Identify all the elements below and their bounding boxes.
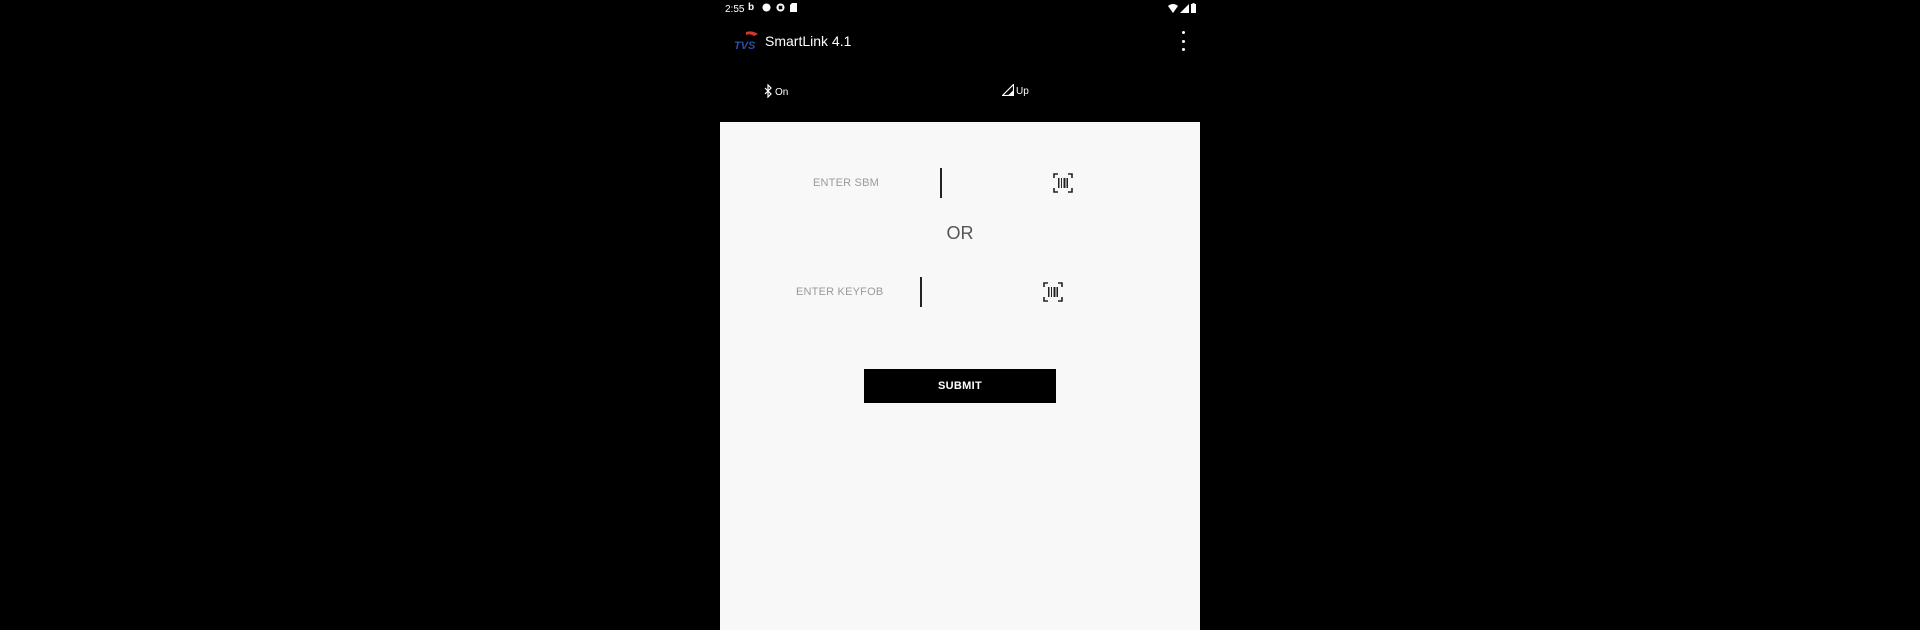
tvs-logo: TVS [732,30,760,52]
bluetooth-status-label: On [775,87,789,98]
signal-status[interactable]: Up [1001,83,1029,99]
logo-text: TVS [734,40,756,52]
media-notification-icon [776,3,785,13]
notification-icons: b [748,3,799,13]
phone-screen: 2:55 b TVS SmartLink 4.1 On Up ENTER SBM… [720,0,1200,630]
wifi-icon [1168,3,1178,16]
bluetooth-status[interactable]: On [764,83,789,101]
connection-status-row: On Up [720,64,1200,122]
signal-status-label: Up [1016,86,1029,97]
status-time: 2:55 [725,4,745,15]
sd-card-icon [790,3,799,13]
cellular-signal-icon [1180,3,1189,16]
or-divider-label: OR [946,223,974,243]
sbm-text-cursor [940,168,942,198]
keyfob-input[interactable] [920,277,984,309]
circle-notification-icon [762,3,771,13]
system-icons [1168,3,1196,16]
b-notification-icon: b [748,2,755,13]
signal-icon [1001,83,1015,99]
app-title: SmartLink 4.1 [765,33,852,49]
status-bar: 2:55 b [720,0,1200,20]
keyfob-row: ENTER KEYFOB [796,275,883,309]
sbm-barcode-scan-icon[interactable] [1053,173,1073,193]
battery-icon [1191,3,1196,16]
keyfob-placeholder: ENTER KEYFOB [796,286,884,298]
keyfob-barcode-scan-icon[interactable] [1043,282,1063,302]
submit-button[interactable]: SUBMIT [864,369,1056,403]
sbm-input[interactable] [940,168,1004,200]
sbm-row: ENTER SBM [813,166,879,200]
keyfob-text-cursor [920,277,922,307]
overflow-menu-icon[interactable] [1178,31,1188,51]
main-content: ENTER SBM OR ENTER KEYFOB SUBMIT [720,122,1200,630]
app-bar: TVS SmartLink 4.1 [720,20,1200,64]
sbm-placeholder: ENTER SBM [813,177,879,189]
bluetooth-icon [764,83,773,101]
